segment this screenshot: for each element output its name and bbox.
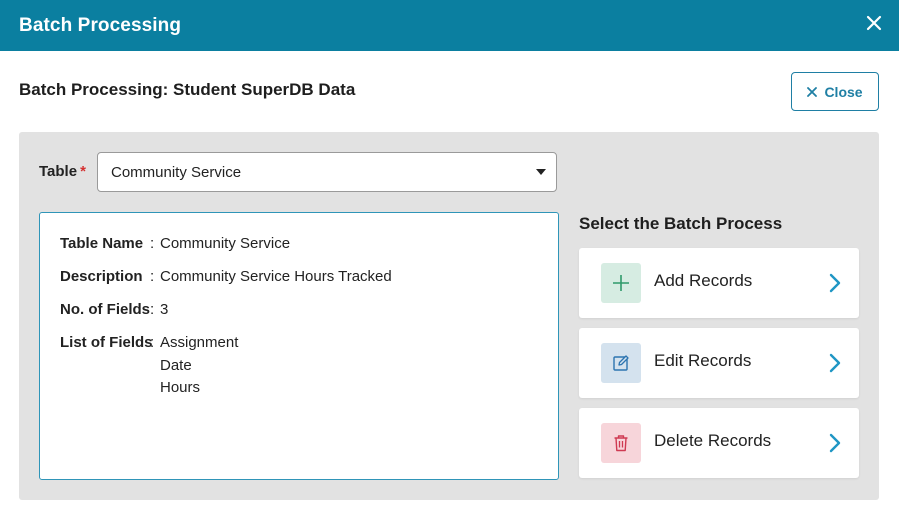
modal-title: Batch Processing — [19, 14, 182, 36]
info-row-description: Description : Community Service Hours Tr… — [60, 266, 392, 288]
info-colon: : — [150, 235, 155, 252]
close-button-icon — [807, 84, 818, 100]
table-label: Table * — [39, 163, 86, 180]
modal-header: Batch Processing — [0, 0, 899, 51]
info-key: Description — [60, 268, 143, 285]
plus-icon — [601, 263, 641, 303]
info-key: Table Name — [60, 235, 144, 252]
required-mark: * — [80, 163, 86, 180]
table-info-box: Table Name : Community Service Descripti… — [39, 212, 559, 480]
delete-records-button[interactable]: Delete Records — [579, 408, 859, 478]
page-title: Batch Processing: Student SuperDB Data — [19, 80, 356, 99]
info-value: Community Service Hours Tracked — [160, 268, 392, 285]
add-records-label: Add Records — [654, 271, 753, 290]
info-row-field-count: No. of Fields : 3 — [60, 299, 168, 321]
table-select[interactable]: Community Service — [97, 152, 557, 192]
info-colon: : — [150, 301, 155, 318]
edit-icon — [601, 343, 641, 383]
delete-records-label: Delete Records — [654, 431, 772, 450]
info-colon: : — [150, 268, 155, 285]
close-icon[interactable] — [863, 12, 885, 34]
chevron-down-icon — [536, 169, 546, 175]
table-select-value: Community Service — [111, 163, 242, 181]
batch-panel: Table * Community Service Table Name : Co… — [19, 132, 879, 500]
table-label-text: Table — [39, 163, 78, 180]
field-list-item: Assignment — [160, 334, 239, 351]
chevron-right-icon — [828, 352, 842, 374]
close-button-label: Close — [824, 83, 863, 100]
info-key: No. of Fields — [60, 301, 150, 318]
edit-records-label: Edit Records — [654, 351, 752, 370]
field-list: Assignment Date Hours — [160, 332, 238, 400]
batch-process-title: Select the Batch Process — [579, 214, 783, 233]
edit-records-button[interactable]: Edit Records — [579, 328, 859, 398]
close-button[interactable]: Close — [791, 72, 879, 111]
trash-icon — [601, 423, 641, 463]
chevron-right-icon — [828, 432, 842, 454]
chevron-right-icon — [828, 272, 842, 294]
field-list-item: Date — [160, 356, 192, 374]
info-value: Community Service — [160, 235, 291, 252]
info-row-field-list: List of Fields : Assignment Date Hours — [60, 332, 238, 400]
field-list-item: Hours — [160, 379, 201, 396]
info-value: 3 — [160, 301, 169, 318]
info-row-table-name: Table Name : Community Service — [60, 233, 290, 255]
info-key: List of Fields — [60, 334, 153, 351]
info-colon: : — [150, 334, 155, 351]
add-records-button[interactable]: Add Records — [579, 248, 859, 318]
